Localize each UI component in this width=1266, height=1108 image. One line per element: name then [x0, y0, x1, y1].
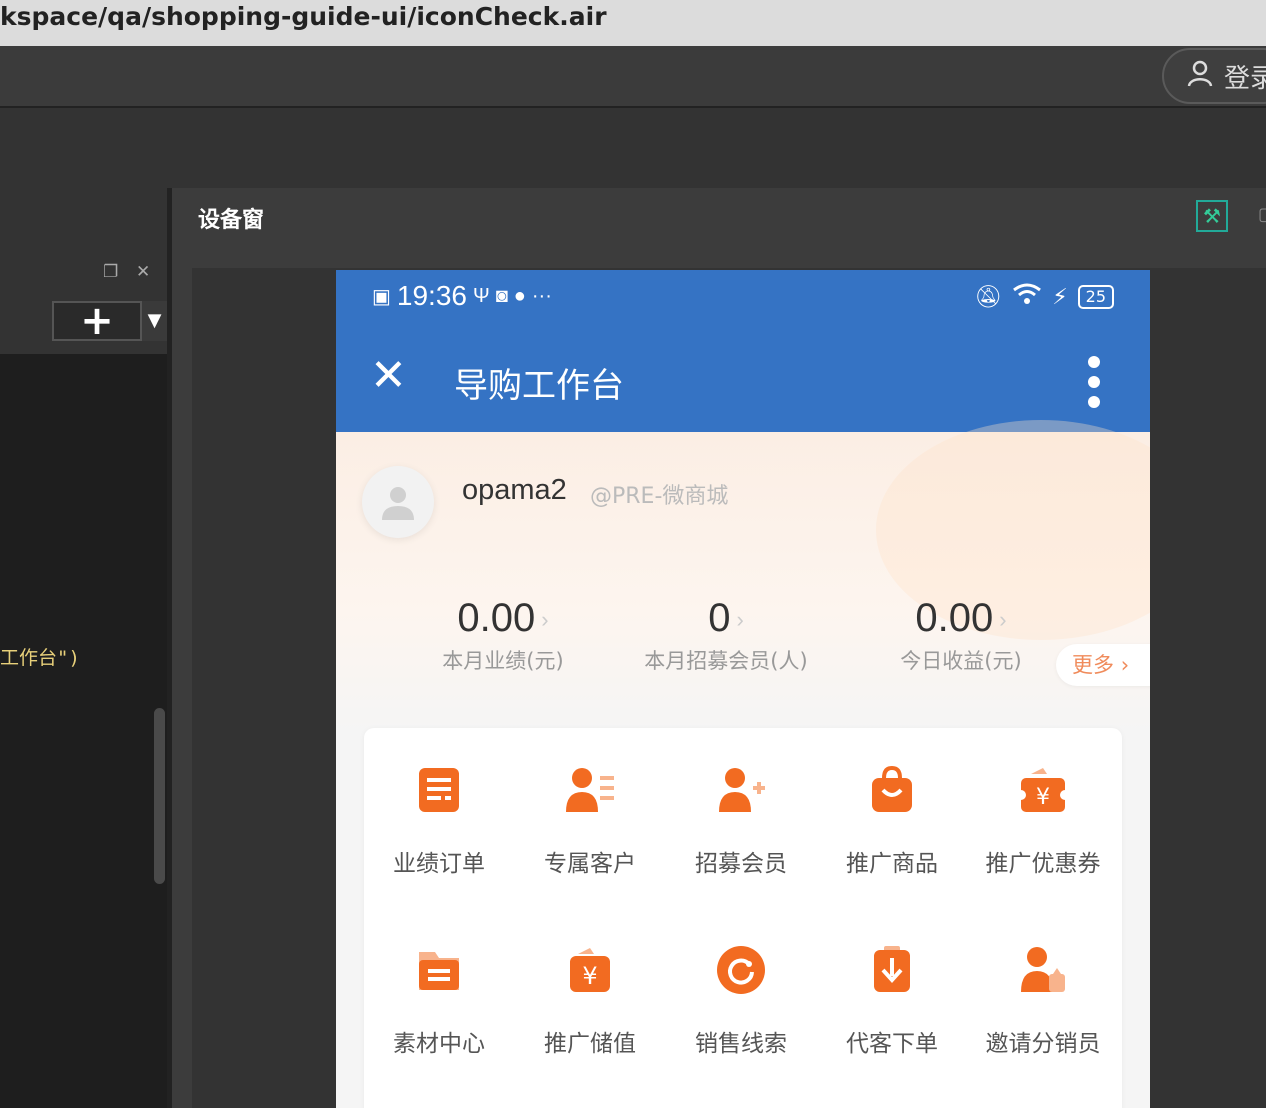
more-notifications-icon: ···: [531, 284, 552, 307]
status-time: 19:36: [396, 280, 467, 311]
folder-icon: [413, 944, 465, 996]
grid-item-invite-distributor[interactable]: 邀请分销员: [968, 944, 1118, 1058]
grid-item-label: 推广商品: [846, 851, 938, 877]
more-label: 更多: [1072, 653, 1114, 677]
customer-icon: [564, 764, 616, 816]
usb-icon: Ψ: [472, 284, 490, 307]
stat-label: 今日收益(元): [900, 649, 1022, 673]
chevron-right-icon: ›: [541, 607, 549, 633]
stat-label: 本月招募会员(人): [644, 649, 808, 673]
avatar[interactable]: [362, 466, 434, 538]
sim-icon: ▣: [372, 285, 391, 308]
grid-item-label: 专属客户: [544, 851, 636, 877]
page-title: 导购工作台: [454, 366, 624, 406]
login-button[interactable]: 登录: [1162, 48, 1266, 104]
status-right-group: 🔕︎ ⚡ 25: [974, 282, 1114, 312]
phone-screen: ▣ 19:36 Ψ ◙ ● ··· 🔕︎ ⚡ 25 ✕ 导购工作台 opama2…: [336, 270, 1150, 1108]
plus-icon: +: [80, 298, 114, 344]
window-path-title: kspace/qa/shopping-guide-ui/iconCheck.ai…: [0, 0, 1266, 46]
dropdown-chevron-icon[interactable]: ▼: [142, 301, 167, 341]
device-window-title: 设备窗: [198, 208, 265, 233]
chevron-right-icon: ›: [736, 607, 744, 633]
chevron-right-icon: ›: [999, 607, 1007, 633]
close-icon[interactable]: ✕: [370, 354, 407, 398]
grid-item-promote-coupons[interactable]: ¥ 推广优惠券: [968, 764, 1118, 878]
grid-item-promote-stored-value[interactable]: ¥ 推广储值: [515, 944, 665, 1058]
left-panel-header: ❐ ✕ + ▼: [0, 188, 167, 354]
chevron-right-icon: ›: [1120, 653, 1130, 677]
grid-item-material-center[interactable]: 素材中心: [364, 944, 514, 1058]
coupon-icon: ¥: [1016, 764, 1070, 816]
stat-value: 0: [708, 596, 731, 640]
order-list-icon: [413, 764, 465, 816]
top-toolbar: 登录: [0, 46, 1266, 108]
close-panel-icon[interactable]: ✕: [136, 262, 150, 282]
more-vertical-icon[interactable]: [1088, 356, 1102, 408]
add-button[interactable]: +: [52, 301, 142, 341]
stat-value: 0.00: [915, 596, 994, 640]
stat-daily-earnings[interactable]: 0.00 › 今日收益(元): [876, 596, 1046, 675]
grid-item-label: 招募会员: [695, 851, 787, 877]
login-label: 登录: [1224, 63, 1266, 94]
window-restore-icon[interactable]: ▢: [1258, 204, 1266, 225]
battery-icon: 25: [1077, 285, 1114, 309]
username: opama2: [462, 474, 567, 506]
stat-monthly-sales[interactable]: 0.00 › 本月业绩(元): [408, 596, 598, 675]
invite-distributor-icon: [1017, 944, 1069, 996]
grid-item-label: 代客下单: [846, 1031, 938, 1057]
grid-item-exclusive-customers[interactable]: 专属客户: [515, 764, 665, 878]
grid-item-label: 邀请分销员: [985, 1031, 1101, 1057]
app-bar: ✕ 导购工作台: [336, 328, 1150, 432]
wifi-icon: [1012, 282, 1042, 312]
grid-item-recruit-members[interactable]: 招募会员: [666, 764, 816, 878]
grid-item-label: 业绩订单: [393, 851, 485, 877]
secondary-toolbar: [0, 108, 1266, 188]
left-panel-scrollbar[interactable]: [154, 708, 165, 884]
grid-item-performance-orders[interactable]: 业绩订单: [364, 764, 514, 878]
more-button[interactable]: 更多 ›: [1056, 644, 1150, 686]
restore-icon[interactable]: ❐: [103, 262, 118, 282]
browser-notification-icon: ●: [513, 284, 526, 307]
svg-text:¥: ¥: [1036, 785, 1050, 810]
bell-off-icon: 🔕︎: [974, 284, 1003, 310]
left-panel: ❐ ✕ + ▼ 工作台"): [0, 188, 167, 1108]
stored-value-icon: ¥: [564, 944, 616, 996]
status-bar: ▣ 19:36 Ψ ◙ ● ··· 🔕︎ ⚡ 25: [336, 270, 1150, 328]
app-notification-icon: ◙: [495, 284, 508, 307]
shop-name: @PRE-微商城: [590, 484, 729, 509]
stat-label: 本月业绩(元): [442, 649, 564, 673]
code-line: 工作台"): [0, 647, 80, 669]
svg-text:¥: ¥: [582, 962, 597, 990]
user-icon: [1186, 58, 1216, 95]
grid-item-promote-products[interactable]: 推广商品: [817, 764, 967, 878]
grid-item-place-order-for-customer[interactable]: 代客下单: [817, 944, 967, 1058]
stat-value: 0.00: [457, 596, 536, 640]
grid-item-label: 推广优惠券: [985, 851, 1101, 877]
tools-icon[interactable]: ⚒: [1196, 200, 1228, 232]
grid-item-label: 推广储值: [544, 1031, 636, 1057]
function-grid-card: 业绩订单 专属客户 招募会员 推广商品 ¥ 推广优惠券 素材中心 ¥ 推广储值 …: [364, 728, 1122, 1108]
add-member-icon: [715, 764, 767, 816]
grid-item-sales-leads[interactable]: 销售线索: [666, 944, 816, 1058]
place-order-icon: [866, 944, 918, 996]
stat-monthly-recruits[interactable]: 0 › 本月招募会员(人): [624, 596, 828, 675]
shopping-bag-icon: [866, 764, 918, 816]
charging-icon: ⚡: [1052, 284, 1068, 310]
grid-item-label: 销售线索: [695, 1031, 787, 1057]
status-time-group: ▣ 19:36 Ψ ◙ ● ···: [372, 280, 552, 312]
grid-item-label: 素材中心: [393, 1031, 485, 1057]
lead-icon: [715, 944, 767, 996]
